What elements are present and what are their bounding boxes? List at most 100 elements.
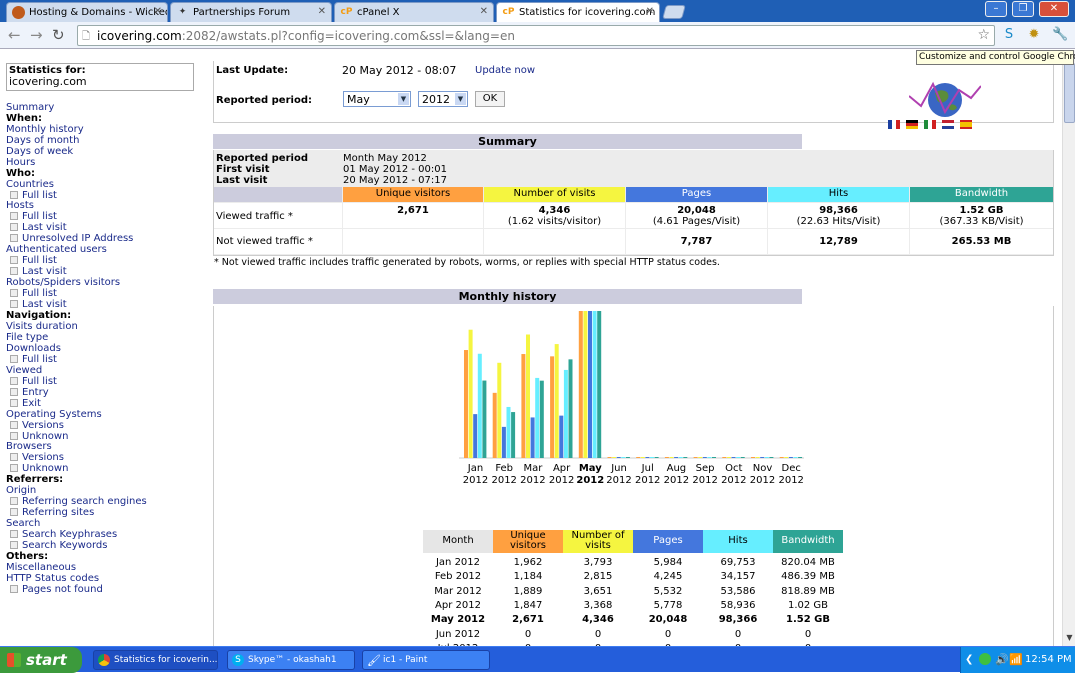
chart-bar-hits [477,353,482,458]
windows-taskbar: start Statistics for icoverin... S Skype… [0,646,1075,673]
sidebar-item[interactable]: Operating Systems [6,409,201,421]
chart-bar-bandwidth [511,412,516,458]
viewed-unique-visitors-cell: 2,671 [343,203,483,228]
last-update-value: 20 May 2012 - 08:07 [342,64,457,77]
tab-label: Statistics for icovering.com (20 [519,7,660,18]
chart-bar-hits [535,377,540,458]
flag-fr-icon[interactable] [888,120,900,129]
sidebar-item[interactable]: Countries [6,179,201,191]
start-button[interactable]: start [0,647,82,673]
month-select[interactable]: May ▼ [343,91,411,107]
update-now-link[interactable]: Update now [475,65,535,76]
history-col-header: Hits [703,530,773,553]
history-cell: 4,346 [582,614,614,626]
sidebar-item[interactable]: Days of week [6,146,201,158]
scrollbar-thumb[interactable] [1064,63,1075,123]
close-window-button[interactable]: ✕ [1039,1,1069,17]
chart-bar-pages [616,457,621,458]
history-cell: 3,368 [583,599,613,611]
history-table-row: May 2012 2,671 4,346 20,048 98,366 1.52 GB [423,614,843,628]
page-scrollbar[interactable]: ▲ ▼ [1062,50,1075,646]
history-cell: 0 [734,628,742,640]
forward-arrow-icon[interactable]: → [30,26,43,44]
first-visit-label: First visit [216,164,270,175]
scroll-down-arrow-icon[interactable]: ▼ [1064,633,1075,644]
tab-partnerships[interactable]: ✦ Partnerships Forum ✕ [170,2,332,22]
sidebar-subitem[interactable]: Versions [6,420,201,432]
summary-header-bandwidth: Bandwidth [910,187,1053,202]
sidebar-subitem[interactable]: Entry [6,387,201,399]
sidebar-subitem[interactable]: Exit [6,398,201,410]
chart-month-label: Sep [696,463,715,474]
tab-cpanel[interactable]: cP cPanel X ✕ [334,2,494,22]
ok-button[interactable]: OK [475,91,505,107]
chart-bar-unique-visitors [550,356,555,458]
chart-bar-pages [731,457,736,458]
chart-bar-pages [588,311,592,458]
flag-es-icon[interactable] [960,120,972,129]
reload-icon[interactable]: ↻ [52,26,65,44]
close-icon[interactable]: ✕ [318,6,326,17]
gear-extension-icon[interactable]: ✹ [1026,27,1042,43]
not-viewed-hits-cell: 12,789 [768,229,909,254]
chart-bar-unique-visitors [779,457,784,458]
summary-heading: Summary [213,134,802,149]
close-icon[interactable]: ✕ [646,6,654,17]
skype-extension-icon[interactable]: S [1001,27,1017,43]
page-icon: 🗋 [82,31,91,42]
sidebar-item[interactable]: Hours [6,157,201,169]
summary-header-blank [214,187,342,202]
chart-bar-hits [764,457,769,458]
history-table-row: Apr 2012 1,847 3,368 5,778 58,936 1.02 GB [423,600,843,614]
minimize-button[interactable]: – [985,1,1007,17]
history-cell: 3,651 [583,585,613,597]
chart-bar-number-of-visits [554,344,559,458]
volume-icon[interactable]: 🔊 [995,653,1009,666]
year-select[interactable]: 2012 ▼ [418,91,468,107]
tab-hosting[interactable]: Hosting & Domains - WickedFi ✕ [6,2,168,22]
not-viewed-unique-visitors-cell [343,229,483,254]
bookmark-star-icon[interactable]: ☆ [977,27,990,43]
tab-statistics[interactable]: cP Statistics for icovering.com (20 ✕ [496,2,660,22]
sidebar-subitem[interactable]: Pages not found [6,584,201,596]
chart-bar-unique-visitors [751,457,755,458]
flag-nl-icon[interactable] [942,120,954,129]
chart-bar-number-of-visits [612,457,617,458]
not-viewed-visits-cell [484,229,625,254]
close-icon[interactable]: ✕ [154,6,162,17]
tray-collapse-icon[interactable]: ❮ [965,654,973,665]
flag-de-icon[interactable] [906,120,918,129]
summary-reported-period-label: Reported period [216,153,308,164]
not-viewed-traffic-label: Not viewed traffic * [214,229,342,254]
tab-label: Partnerships Forum [193,7,291,18]
wrench-icon[interactable]: 🔧 [1052,27,1068,43]
monthly-history-panel: Jan 2012 Feb 2012 Mar 2012 Apr 2012 May 2012 Jun 20… [213,306,1054,646]
history-table-row: Mar 2012 1,889 3,651 5,532 53,586 818.89 MB [423,586,843,600]
last-visit-label: Last visit [216,175,268,186]
back-arrow-icon[interactable]: ← [8,26,21,44]
chart-month-label: Feb [495,463,513,474]
flag-it-icon[interactable] [924,120,936,129]
chart-bar-pages [501,426,506,458]
maximize-button[interactable]: ❐ [1012,1,1034,17]
address-bar[interactable]: 🗋 icovering.com:2082/awstats.pl?config=i… [77,25,995,46]
close-icon[interactable]: ✕ [480,6,488,17]
tooltip: Customize and control Google Chrome [916,50,1075,65]
viewed-traffic-label: Viewed traffic * [214,203,342,228]
new-tab-button[interactable] [662,5,686,19]
tray-status-icon[interactable] [979,653,991,665]
history-cell: Jan 2012 [435,557,481,568]
tab-label: cPanel X [357,7,400,18]
history-cell: 486.39 MB [781,571,835,583]
chart-bar-bandwidth [712,457,716,458]
network-icon[interactable]: 📶 [1009,653,1023,666]
chart-year-label: 2012 [778,475,803,486]
history-cell: 2,815 [583,571,613,583]
start-label: start [26,651,67,669]
taskbar-item-chrome[interactable]: Statistics for icoverin... [93,650,218,670]
taskbar-item-skype[interactable]: S Skype™ - okashah1 [227,650,355,670]
sidebar-subitem[interactable]: Full list [6,190,201,202]
taskbar-item-paint[interactable]: 🖌 ic1 - Paint [362,650,490,670]
chart-bar-bandwidth [683,457,688,458]
chart-bar-pages [559,415,564,458]
